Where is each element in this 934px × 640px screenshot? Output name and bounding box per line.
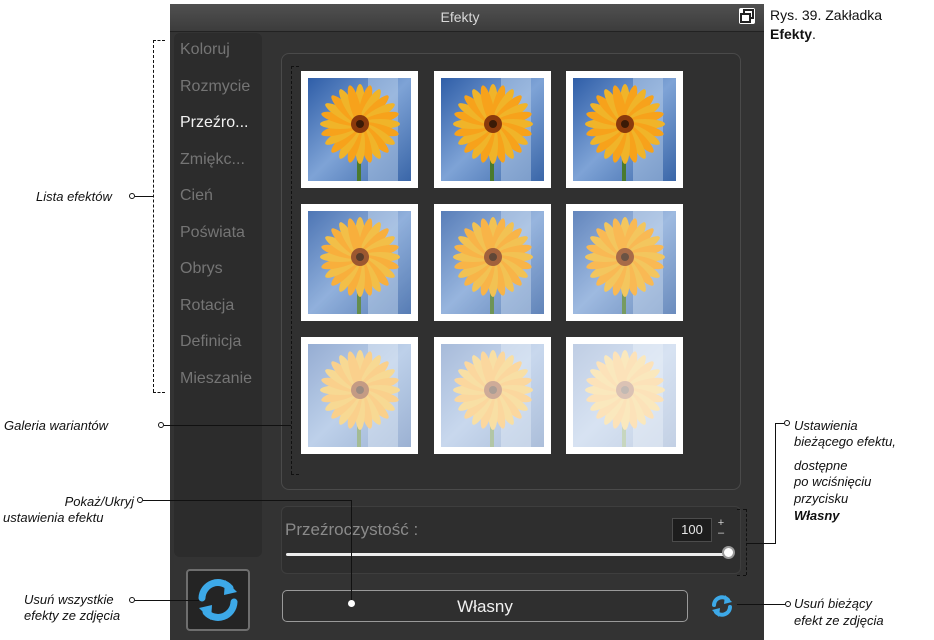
flower-photo xyxy=(308,344,411,447)
annotation-gallery: Galeria wariantów xyxy=(4,418,109,433)
effects-list-bracket xyxy=(153,40,154,392)
effect-item[interactable]: Rotacja xyxy=(180,297,234,315)
flower-photo xyxy=(441,344,544,447)
annotation-toggle-1: Pokaż/Ukryj xyxy=(64,494,134,509)
effect-item[interactable]: Poświata xyxy=(180,224,245,242)
flower-photo xyxy=(573,211,676,314)
callout-dot xyxy=(784,420,790,426)
remove-current-effect-button[interactable] xyxy=(707,591,737,621)
refresh-icon xyxy=(712,595,732,617)
annotation-effects-list: Lista efektów xyxy=(36,189,112,204)
settings-bracket xyxy=(746,509,747,575)
gallery-variant-thumbnail[interactable] xyxy=(434,71,551,188)
bracket-top xyxy=(737,509,746,510)
flower-photo xyxy=(573,344,676,447)
callout-line xyxy=(135,196,153,197)
gallery-variant-thumbnail[interactable] xyxy=(301,337,418,454)
callout-line xyxy=(351,500,352,603)
annotation-remove-current-2: efekt ze zdjęcia xyxy=(794,613,884,628)
annotation-settings-4: po wciśnięciu xyxy=(794,474,872,489)
annotation-remove-all-1: Usuń wszystkie xyxy=(24,592,114,607)
gallery-variant-thumbnail[interactable] xyxy=(434,337,551,454)
opacity-slider-track[interactable] xyxy=(286,553,729,556)
gallery-bracket xyxy=(291,66,292,474)
custom-settings-button[interactable]: Własny xyxy=(282,590,688,622)
flower-photo xyxy=(308,211,411,314)
opacity-slider-handle[interactable] xyxy=(722,546,735,559)
bracket-top xyxy=(153,40,165,41)
callout-line xyxy=(747,543,776,544)
caption-bold: Efekty xyxy=(770,26,813,42)
flower-photo xyxy=(573,78,676,181)
window-title: Efekty xyxy=(440,9,480,25)
opacity-value-input[interactable]: 100 xyxy=(672,518,712,542)
flower-photo xyxy=(441,78,544,181)
annotation-settings-5: przycisku xyxy=(794,491,849,506)
effect-item[interactable]: Rozmycie xyxy=(180,78,250,96)
effect-item[interactable]: Koloruj xyxy=(180,41,230,59)
gallery-variant-thumbnail[interactable] xyxy=(434,204,551,321)
caption-prefix: Rys. 39. Zakładka xyxy=(770,7,883,23)
caption-suffix: . xyxy=(812,26,816,42)
effect-item[interactable]: Przeźro... xyxy=(180,114,248,132)
value-spinner[interactable]: + – xyxy=(712,518,730,540)
flower-photo xyxy=(308,78,411,181)
annotation-remove-all-2: efekty ze zdjęcia xyxy=(24,608,121,623)
restore-window-icon[interactable] xyxy=(739,8,755,24)
effect-item[interactable]: Zmiękc... xyxy=(180,151,245,169)
bracket-top xyxy=(291,66,299,67)
callout-line xyxy=(143,500,352,501)
gallery-variant-thumbnail[interactable] xyxy=(566,204,683,321)
annotation-settings-6: Własny xyxy=(794,508,840,523)
effect-item[interactable]: Mieszanie xyxy=(180,370,252,388)
effect-item[interactable]: Obrys xyxy=(180,260,223,278)
figure-caption: Rys. 39. Zakładka Efekty. xyxy=(770,6,930,44)
bracket-bottom xyxy=(153,392,165,393)
callout-line xyxy=(737,604,785,605)
callout-dot xyxy=(785,601,791,607)
callout-line xyxy=(775,423,784,424)
effects-list xyxy=(174,33,262,557)
annotation-settings-3: dostępne xyxy=(794,458,848,473)
gallery-variant-thumbnail[interactable] xyxy=(566,71,683,188)
bracket-bottom xyxy=(291,474,299,475)
gallery-variant-thumbnail[interactable] xyxy=(566,337,683,454)
annotation-settings-2: bieżącego efektu, xyxy=(794,434,896,449)
bracket-bottom xyxy=(737,575,746,576)
callout-line xyxy=(775,423,776,543)
gallery-variant-thumbnail[interactable] xyxy=(301,71,418,188)
annotation-toggle-2: ustawienia efektu xyxy=(3,510,104,525)
flower-photo xyxy=(441,211,544,314)
annotation-settings-1: Ustawienia xyxy=(794,418,858,433)
callout-end-dot xyxy=(348,600,355,607)
callout-line xyxy=(164,425,291,426)
annotation-remove-current-1: Usuń bieżący xyxy=(794,596,873,611)
spin-down-icon[interactable]: – xyxy=(712,528,730,539)
effect-item[interactable]: Cień xyxy=(180,187,213,205)
gallery-variant-thumbnail[interactable] xyxy=(301,204,418,321)
effect-item[interactable]: Definicja xyxy=(180,333,241,351)
callout-line xyxy=(135,600,199,601)
